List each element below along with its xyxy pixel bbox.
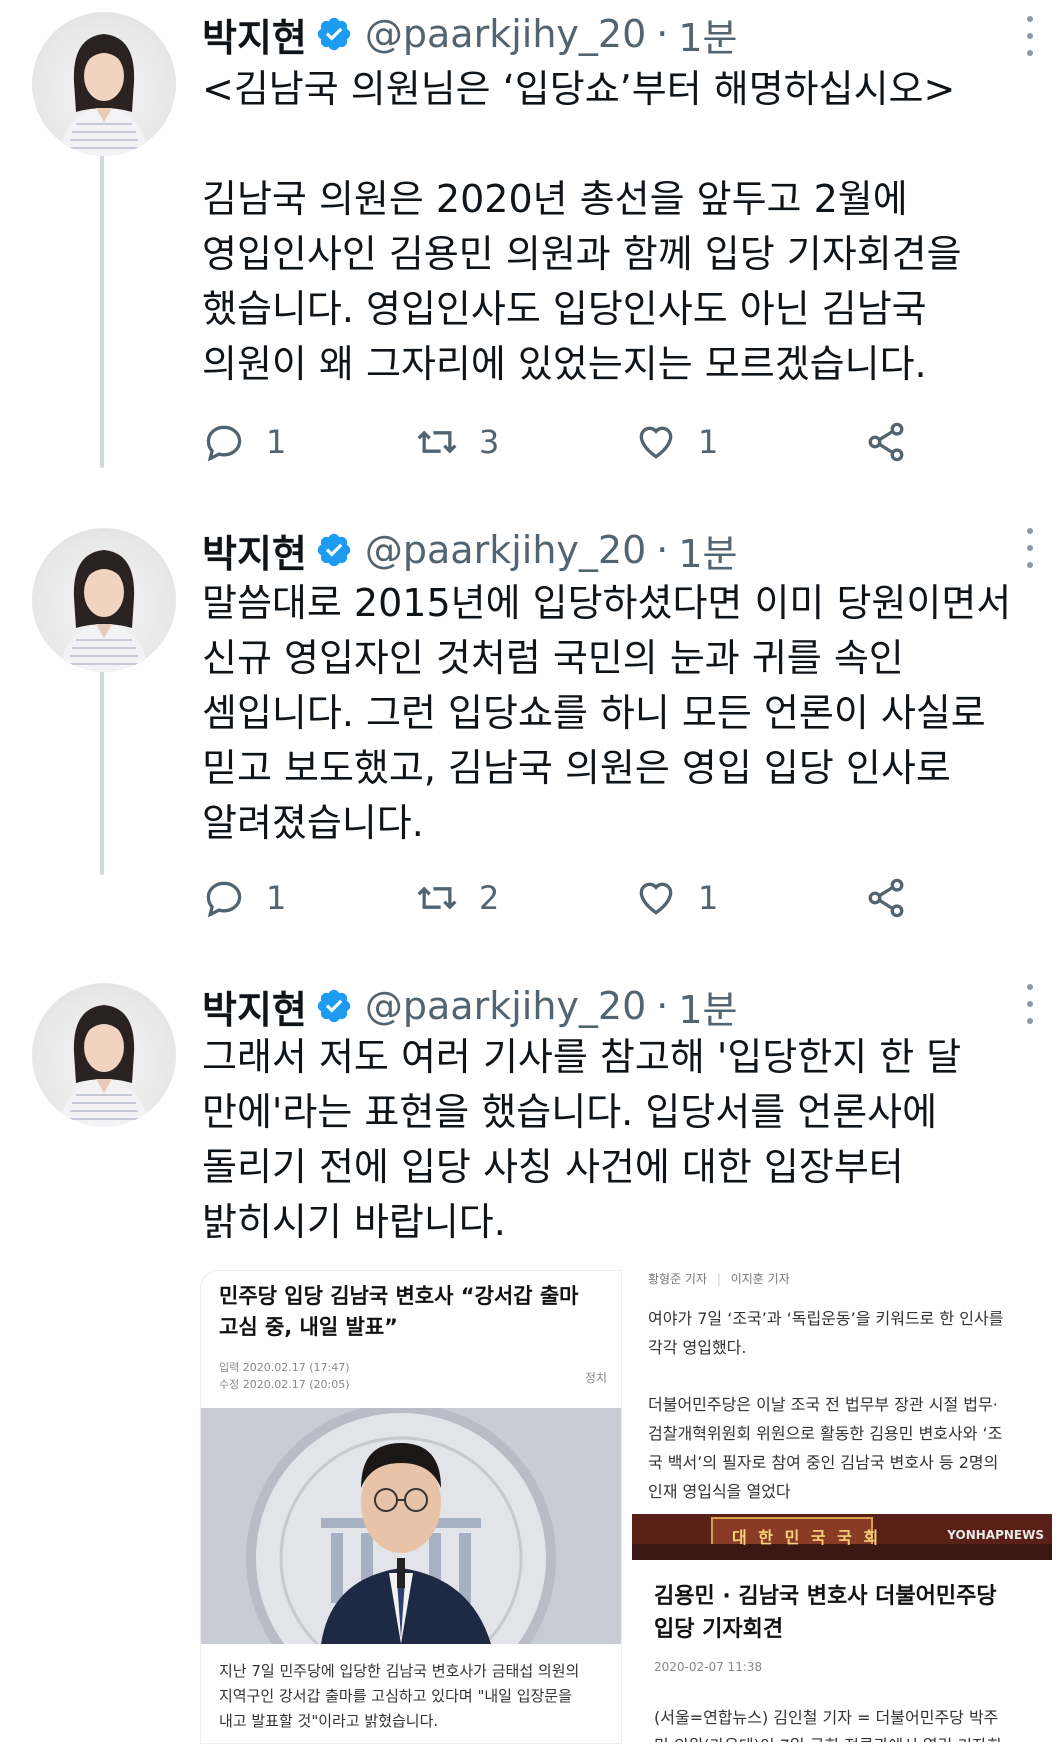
- like-count: 1: [698, 423, 719, 461]
- news-capture-donga[interactable]: 황형준 기자 | 이지훈 기자 여야가 7일 ‘조국’과 ‘독립운동’을 키워드…: [632, 1270, 1052, 1506]
- more-options-icon[interactable]: [1018, 16, 1042, 56]
- news-photo-banner: 대 한 민 국 국 회 YONHAPNEWS: [632, 1514, 1052, 1560]
- byline: 황형준 기자: [648, 1272, 708, 1286]
- share-icon: [868, 878, 904, 918]
- reply-button[interactable]: 1: [202, 873, 286, 923]
- news-headline: 김용민 · 김남국 변호사 더불어민주당 입당 기자회견: [654, 1584, 997, 1642]
- display-name[interactable]: 박지현: [202, 523, 307, 578]
- news-capture-kbs[interactable]: 민주당 입당 김남국 변호사 “강서갑 출마 고심 중, 내일 발표” 입력 2…: [200, 1270, 622, 1744]
- byline: 이지훈 기자: [730, 1272, 790, 1286]
- news-section: 정치: [584, 1371, 607, 1385]
- tweet-actions: 1 2 1: [202, 873, 922, 923]
- separator: ·: [656, 12, 669, 56]
- retweet-count: 2: [479, 879, 500, 917]
- news-paragraph: 여야가 7일 ‘조국’과 ‘독립운동’을 키워드로 한 인사를 각각 영입했다.: [648, 1309, 1004, 1357]
- news-photo: [201, 1408, 621, 1644]
- tweet-text: 그래서 저도 여러 기사를 참고해 '입당한지 한 달 만에'라는 표현을 했습…: [202, 1035, 962, 1244]
- like-button[interactable]: 1: [634, 873, 718, 923]
- retweet-button[interactable]: 2: [415, 873, 499, 923]
- news-date-input: 입력 2020.02.17 (17:47): [219, 1361, 350, 1374]
- separator: ·: [656, 528, 669, 572]
- more-options-icon[interactable]: [1018, 528, 1042, 568]
- news-paragraph: 더불어민주당은 이날 조국 전 법무부 장관 시절 법무· 검찰개혁위원회 위원…: [648, 1395, 1003, 1501]
- more-options-icon[interactable]: [1018, 984, 1042, 1024]
- reply-count: 1: [266, 423, 287, 461]
- banner-text: 대 한 민 국 국 회: [732, 1528, 882, 1547]
- news-dates: 입력 2020.02.17 (17:47) 수정 2020.02.17 (20:…: [219, 1359, 350, 1393]
- handle[interactable]: @paarkjihy_20: [365, 528, 646, 572]
- timestamp[interactable]: 1분: [678, 979, 737, 1034]
- thread-line: [100, 150, 104, 468]
- display-name[interactable]: 박지현: [202, 7, 307, 62]
- share-button[interactable]: [864, 873, 908, 923]
- handle[interactable]: @paarkjihy_20: [365, 984, 646, 1028]
- handle[interactable]: @paarkjihy_20: [365, 12, 646, 56]
- retweet-icon: [417, 886, 457, 910]
- tweet-media[interactable]: 민주당 입당 김남국 변호사 “강서갑 출마 고심 중, 내일 발표” 입력 2…: [200, 1270, 1052, 1744]
- tweet-actions: 1 3 1: [202, 417, 922, 467]
- verified-badge-icon: [317, 533, 351, 567]
- avatar[interactable]: [32, 528, 176, 672]
- news-date: 2020-02-07 11:38: [654, 1660, 763, 1674]
- tweet-text: <김남국 의원님은 ‘입당쇼’부터 해명하십시오> 김남국 의원은 2020년 …: [202, 67, 962, 386]
- share-button[interactable]: [864, 417, 908, 467]
- separator: ·: [656, 984, 669, 1028]
- news-caption: 지난 7일 민주당에 입당한 김남국 변호사가 금태섭 의원의 지역구인 강서갑…: [219, 1662, 580, 1730]
- avatar[interactable]: [32, 12, 176, 156]
- news-date-modified: 수정 2020.02.17 (20:05): [219, 1378, 350, 1391]
- news-headline: 민주당 입당 김남국 변호사 “강서갑 출마 고심 중, 내일 발표”: [219, 1284, 579, 1339]
- avatar[interactable]: [32, 983, 176, 1127]
- timestamp[interactable]: 1분: [678, 7, 737, 62]
- yonhap-logo: YONHAPNEWS: [947, 1528, 1044, 1542]
- like-button[interactable]: 1: [634, 417, 718, 467]
- verified-badge-icon: [317, 989, 351, 1023]
- verified-badge-icon: [317, 17, 351, 51]
- heart-icon: [639, 426, 673, 459]
- share-icon: [868, 422, 904, 462]
- retweet-count: 3: [479, 423, 500, 461]
- news-bylines: 황형준 기자 | 이지훈 기자: [648, 1272, 790, 1286]
- news-capture-yonhap[interactable]: 대 한 민 국 국 회 YONHAPNEWS 김용민 · 김남국 변호사 더불어…: [632, 1514, 1052, 1742]
- reply-icon: [206, 425, 242, 462]
- display-name[interactable]: 박지현: [202, 979, 307, 1034]
- retweet-icon: [417, 430, 457, 454]
- retweet-button[interactable]: 3: [415, 417, 499, 467]
- tweet-text: 말씀대로 2015년에 입당하셨다면 이미 당원이면서 신규 영입자인 것처럼 …: [202, 581, 1012, 845]
- reply-button[interactable]: 1: [202, 417, 286, 467]
- reply-count: 1: [266, 879, 287, 917]
- like-count: 1: [698, 879, 719, 917]
- news-paragraph: (서울=연합뉴스) 김인철 기자 = 더불어민주당 박주 민 의원(가운데)이 …: [654, 1708, 1002, 1742]
- timestamp[interactable]: 1분: [678, 523, 737, 578]
- heart-icon: [639, 882, 673, 915]
- reply-icon: [206, 881, 242, 918]
